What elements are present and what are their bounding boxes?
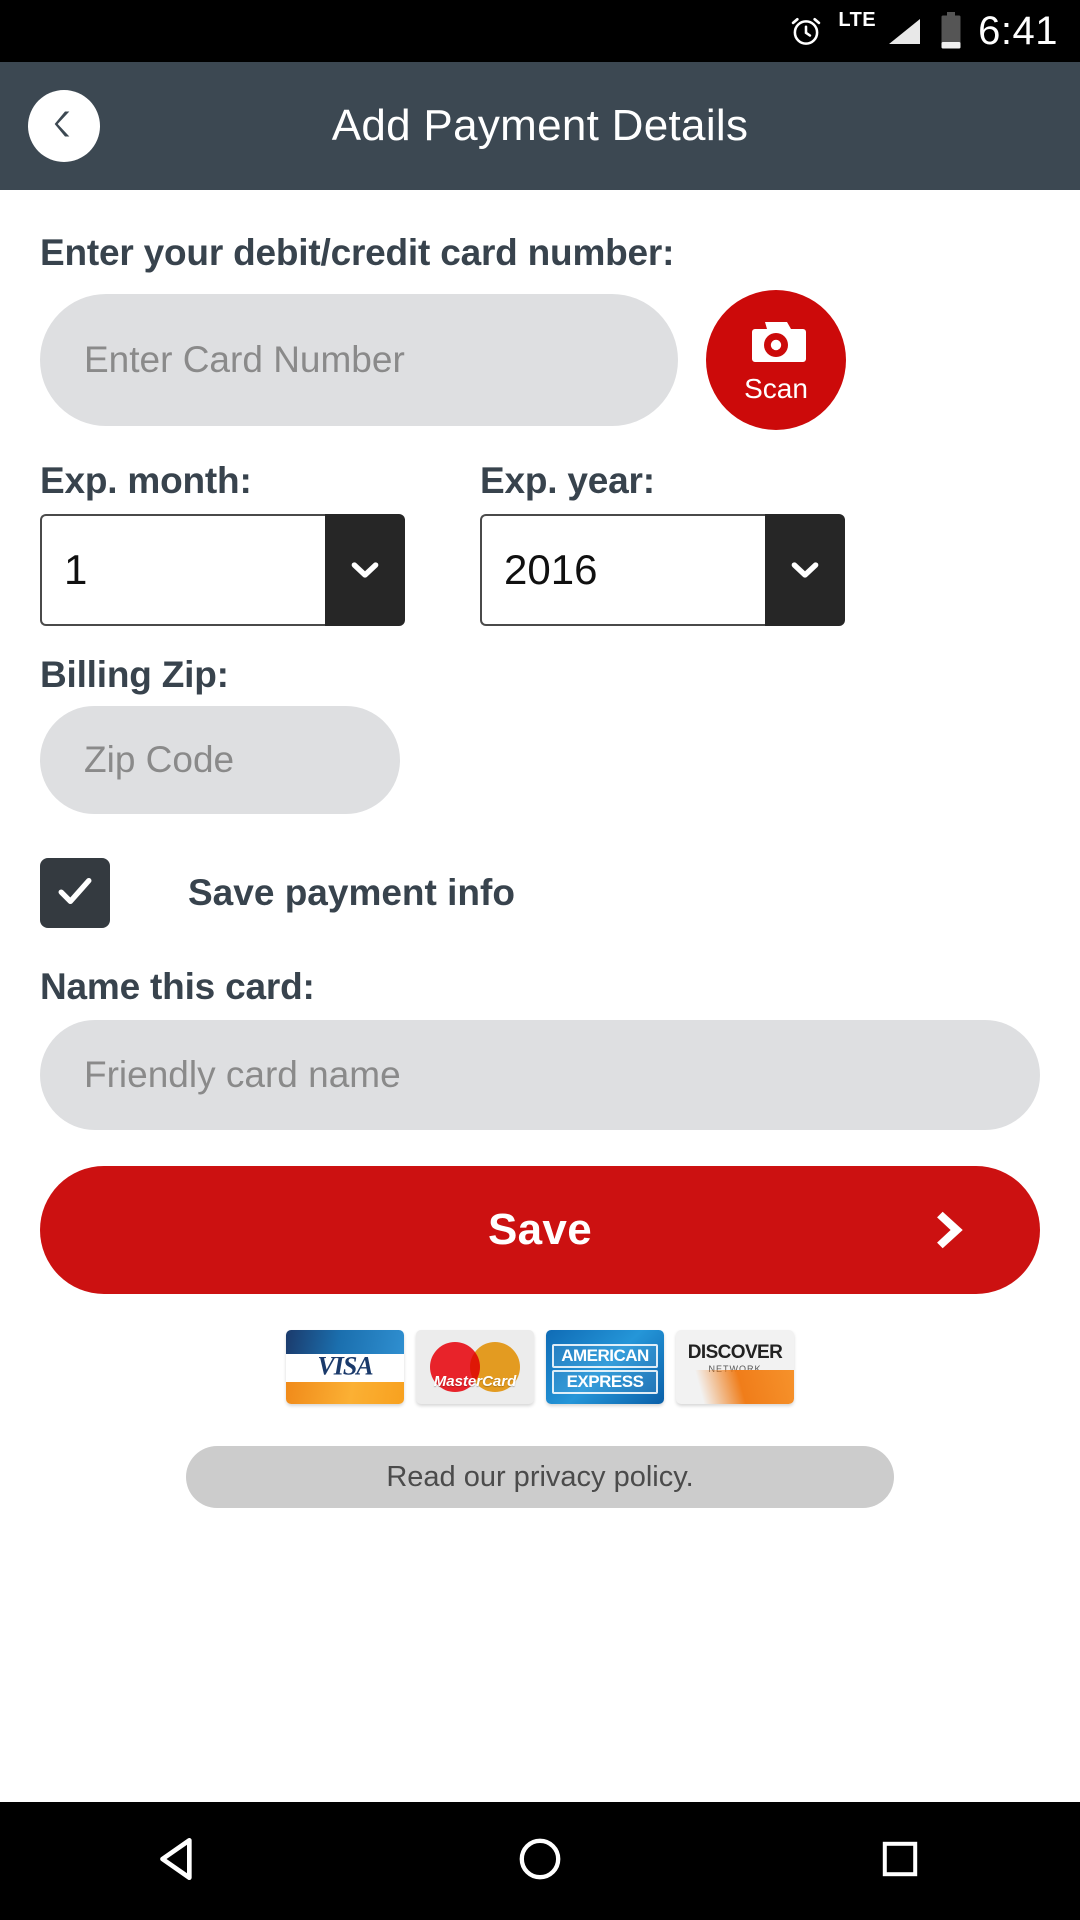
scan-button[interactable]: Scan (706, 290, 846, 430)
scan-label: Scan (744, 372, 808, 404)
alarm-clock-icon (788, 13, 824, 49)
nav-recents-button[interactable] (840, 1802, 960, 1920)
billing-zip-input[interactable]: Zip Code (40, 706, 400, 814)
signal-icon (884, 13, 924, 49)
form-body: Enter your debit/credit card number: Ent… (0, 190, 1080, 1802)
discover-logo-text: DISCOVER (687, 1342, 783, 1363)
android-nav-bar (0, 1802, 1080, 1920)
circle-home-icon (514, 1833, 566, 1890)
chevron-down-icon[interactable] (765, 514, 845, 626)
nav-back-button[interactable] (120, 1802, 240, 1920)
camera-icon (745, 318, 807, 371)
card-number-row: Enter Card Number Scan (40, 290, 1040, 430)
save-payment-info-label: Save payment info (188, 872, 515, 913)
amex-logo-text-line1: AMERICAN (552, 1344, 658, 1368)
card-number-input[interactable]: Enter Card Number (40, 294, 678, 426)
triangle-back-icon (152, 1831, 208, 1892)
exp-month-label: Exp. month: (40, 460, 252, 501)
exp-month-value[interactable]: 1 (40, 514, 325, 626)
exp-year-label: Exp. year: (480, 460, 655, 501)
exp-month-group: Exp. month: 1 (40, 460, 480, 626)
mastercard-logo: MasterCard (416, 1330, 534, 1404)
lte-label: LTE (838, 9, 877, 31)
expiration-row: Exp. month: 1 Exp. year: 2016 (40, 460, 1040, 626)
mastercard-logo-text: MasterCard (433, 1373, 517, 1390)
back-button[interactable] (28, 90, 100, 162)
card-name-input[interactable]: Friendly card name (40, 1020, 1040, 1130)
chevron-left-icon (44, 104, 84, 149)
page-title: Add Payment Details (331, 101, 749, 150)
visa-logo-text: VISA (317, 1351, 373, 1381)
save-button-label: Save (488, 1205, 592, 1254)
exp-year-group: Exp. year: 2016 (480, 460, 845, 626)
visa-logo: VISA (286, 1330, 404, 1404)
exp-year-value[interactable]: 2016 (480, 514, 765, 626)
billing-zip-label: Billing Zip: (40, 654, 229, 695)
save-payment-info-checkbox[interactable] (40, 858, 110, 928)
accepted-cards: VISA MasterCard AMERICAN EXPRESS DISCOVE… (40, 1330, 1040, 1404)
chevron-right-icon (924, 1202, 980, 1258)
phone-screen: LTE 6:41 Add Payment Details Enter your … (0, 0, 1080, 1920)
status-bar: LTE 6:41 (0, 0, 1080, 62)
check-icon (52, 868, 98, 919)
amex-logo: AMERICAN EXPRESS (546, 1330, 664, 1404)
chevron-down-icon[interactable] (325, 514, 405, 626)
exp-year-select[interactable]: 2016 (480, 514, 845, 626)
app-header: Add Payment Details (0, 62, 1080, 190)
card-name-label: Name this card: (40, 966, 315, 1007)
save-button[interactable]: Save (40, 1166, 1040, 1294)
discover-swoosh (676, 1370, 794, 1404)
discover-logo: DISCOVER NETWORK (676, 1330, 794, 1404)
battery-icon (938, 11, 964, 51)
privacy-policy-link[interactable]: Read our privacy policy. (186, 1446, 894, 1508)
nav-home-button[interactable] (480, 1802, 600, 1920)
exp-month-select[interactable]: 1 (40, 514, 480, 626)
square-recents-icon (876, 1835, 924, 1888)
card-number-label: Enter your debit/credit card number: (40, 232, 675, 273)
clock-time: 6:41 (978, 9, 1058, 53)
amex-logo-text-line2: EXPRESS (552, 1370, 658, 1394)
visa-top-band (286, 1330, 404, 1354)
visa-bottom-band (286, 1382, 404, 1404)
save-payment-info-row[interactable]: Save payment info (40, 858, 1040, 928)
